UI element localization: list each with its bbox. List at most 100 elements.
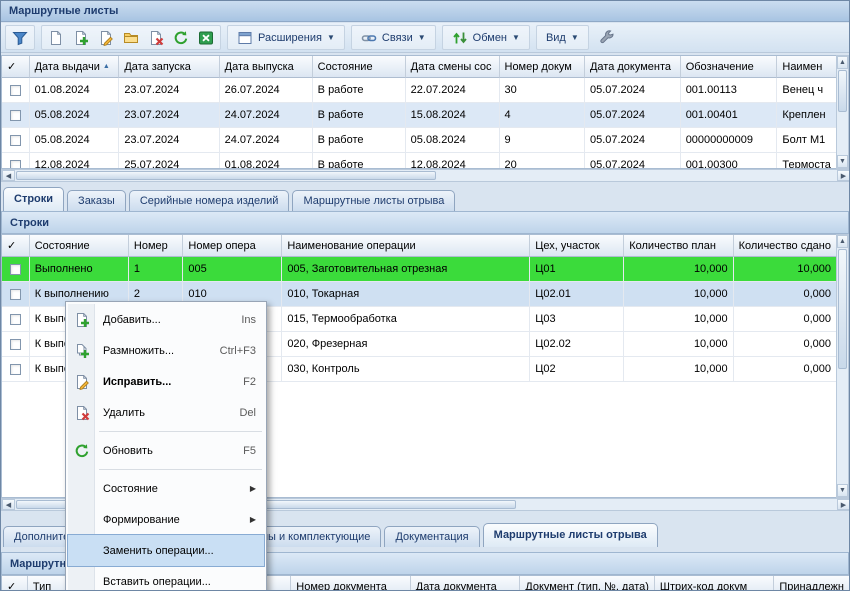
cell[interactable]: 00000000009 (681, 128, 778, 153)
select-all-header[interactable]: ✓ (2, 56, 30, 78)
cell[interactable]: 22.07.2024 (406, 78, 500, 103)
cell[interactable]: 4 (500, 103, 585, 128)
col-doc-number[interactable]: Номер документа (291, 576, 410, 591)
cell[interactable]: 30 (500, 78, 585, 103)
row-checkbox[interactable] (10, 110, 21, 121)
cell[interactable] (2, 257, 30, 282)
cell[interactable]: Венец ч (777, 78, 837, 103)
row-checkbox[interactable] (10, 85, 21, 96)
cell[interactable]: 05.08.2024 (30, 103, 120, 128)
scroll-up-button[interactable]: ▲ (837, 235, 848, 248)
cell[interactable]: 0,000 (734, 282, 837, 307)
cell[interactable]: 15.08.2024 (406, 103, 500, 128)
menu-item-duplicate[interactable]: Размножить... Ctrl+F3 (68, 335, 264, 366)
delete-button[interactable] (144, 27, 168, 48)
tab-serial-numbers[interactable]: Серийные номера изделий (129, 190, 290, 211)
cell[interactable]: 23.07.2024 (119, 78, 219, 103)
cell[interactable]: В работе (313, 78, 406, 103)
cell[interactable]: 001.00113 (681, 78, 778, 103)
row-checkbox[interactable] (10, 264, 21, 275)
tab-tearoff-route-sheets[interactable]: Маршрутные листы отрыва (483, 523, 658, 547)
cell[interactable]: В работе (313, 128, 406, 153)
cell[interactable]: 015, Термообработка (282, 307, 530, 332)
col-launch-date[interactable]: Дата запуска (119, 56, 219, 78)
col-state-change-date[interactable]: Дата смены сос (406, 56, 500, 78)
cell[interactable]: 20 (500, 153, 585, 169)
tab-orders[interactable]: Заказы (67, 190, 126, 211)
col-op-state[interactable]: Состояние (30, 235, 129, 257)
scrollbar-thumb[interactable] (838, 249, 847, 369)
cell[interactable]: 9 (500, 128, 585, 153)
scrollbar-thumb[interactable] (16, 171, 436, 180)
cell[interactable]: 001.00401 (681, 103, 778, 128)
col-op-name[interactable]: Наименование операции (282, 235, 530, 257)
scroll-down-button[interactable]: ▼ (837, 484, 848, 497)
cell[interactable]: 030, Контроль (282, 357, 530, 382)
col-number[interactable]: Номер (129, 235, 183, 257)
cell[interactable]: 10,000 (624, 257, 733, 282)
tab-documentation[interactable]: Документация (384, 526, 479, 547)
menu-item-edit[interactable]: Исправить... F2 (68, 366, 264, 397)
menu-item-state[interactable]: Состояние ▶ (68, 473, 264, 504)
cell[interactable]: 0,000 (734, 332, 837, 357)
extensions-dropdown[interactable]: Расширения ▼ (230, 27, 342, 48)
cell[interactable]: 01.08.2024 (220, 153, 313, 169)
cell[interactable]: 10,000 (624, 332, 733, 357)
cell[interactable]: 23.07.2024 (119, 103, 219, 128)
table-row[interactable]: 01.08.2024 23.07.2024 26.07.2024 В работ… (2, 78, 837, 103)
col-belonging[interactable]: Принадлежн (774, 576, 850, 591)
tab-strings[interactable]: Строки (3, 187, 64, 211)
cell[interactable]: 23.07.2024 (119, 128, 219, 153)
cell[interactable] (2, 103, 30, 128)
cell[interactable]: Ц02.02 (530, 332, 624, 357)
scroll-down-button[interactable]: ▼ (837, 155, 848, 168)
cell[interactable]: 1 (129, 257, 183, 282)
menu-item-replace-operations[interactable]: Заменить операции... (68, 535, 264, 566)
scroll-right-button[interactable]: ▶ (837, 170, 850, 181)
col-designation[interactable]: Обозначение (681, 56, 778, 78)
cell[interactable]: 10,000 (624, 282, 733, 307)
menu-item-insert-operations[interactable]: Вставить операции... (68, 566, 264, 591)
cell[interactable]: Ц02.01 (530, 282, 624, 307)
settings-wrench-button[interactable] (595, 27, 619, 48)
cell[interactable]: Ц02 (530, 357, 624, 382)
cell[interactable]: 24.07.2024 (220, 128, 313, 153)
cell[interactable]: Ц03 (530, 307, 624, 332)
selected-cell[interactable]: 24.07.2024 (220, 103, 313, 128)
scroll-up-button[interactable]: ▲ (837, 56, 848, 69)
cell[interactable]: 01.08.2024 (30, 78, 120, 103)
cell[interactable]: 05.07.2024 (585, 103, 681, 128)
cell[interactable]: 05.07.2024 (585, 153, 681, 169)
col-workshop[interactable]: Цех, участок (530, 235, 624, 257)
menu-item-formation[interactable]: Формирование ▶ (68, 504, 264, 535)
horizontal-scrollbar[interactable]: ◀ ▶ (1, 169, 850, 182)
vertical-scrollbar[interactable]: ▲ ▼ (836, 55, 849, 169)
cell[interactable]: Болт М1 (777, 128, 837, 153)
cell[interactable]: 0,000 (734, 307, 837, 332)
cell[interactable]: 0,000 (734, 357, 837, 382)
cell[interactable]: В работе (313, 153, 406, 169)
row-checkbox[interactable] (10, 314, 21, 325)
cell[interactable]: 020, Фрезерная (282, 332, 530, 357)
cell[interactable]: 05.07.2024 (585, 78, 681, 103)
table-row[interactable]: 12.08.2024 25.07.2024 01.08.2024 В работ… (2, 153, 837, 169)
col-release-date[interactable]: Дата выпуска (220, 56, 313, 78)
col-doc-date[interactable]: Дата документа (411, 576, 521, 591)
scroll-left-button[interactable]: ◀ (2, 170, 15, 181)
cell[interactable]: 005 (183, 257, 282, 282)
cell[interactable]: В работе (313, 103, 406, 128)
cell[interactable]: 05.08.2024 (30, 128, 120, 153)
cell[interactable]: 26.07.2024 (220, 78, 313, 103)
menu-item-delete[interactable]: Удалить Del (68, 397, 264, 428)
cell[interactable]: 10,000 (624, 307, 733, 332)
cell[interactable]: Выполнено (30, 257, 129, 282)
col-doc-full[interactable]: Документ (тип, №, дата) (520, 576, 655, 591)
row-checkbox[interactable] (10, 160, 21, 169)
col-op-number[interactable]: Номер опера (183, 235, 282, 257)
cell[interactable] (2, 332, 30, 357)
col-doc-date[interactable]: Дата документа (585, 56, 681, 78)
new-document-button[interactable] (44, 27, 68, 48)
cell[interactable]: 25.07.2024 (119, 153, 219, 169)
col-qty-done[interactable]: Количество сдано (734, 235, 837, 257)
cell[interactable]: 12.08.2024 (406, 153, 500, 169)
